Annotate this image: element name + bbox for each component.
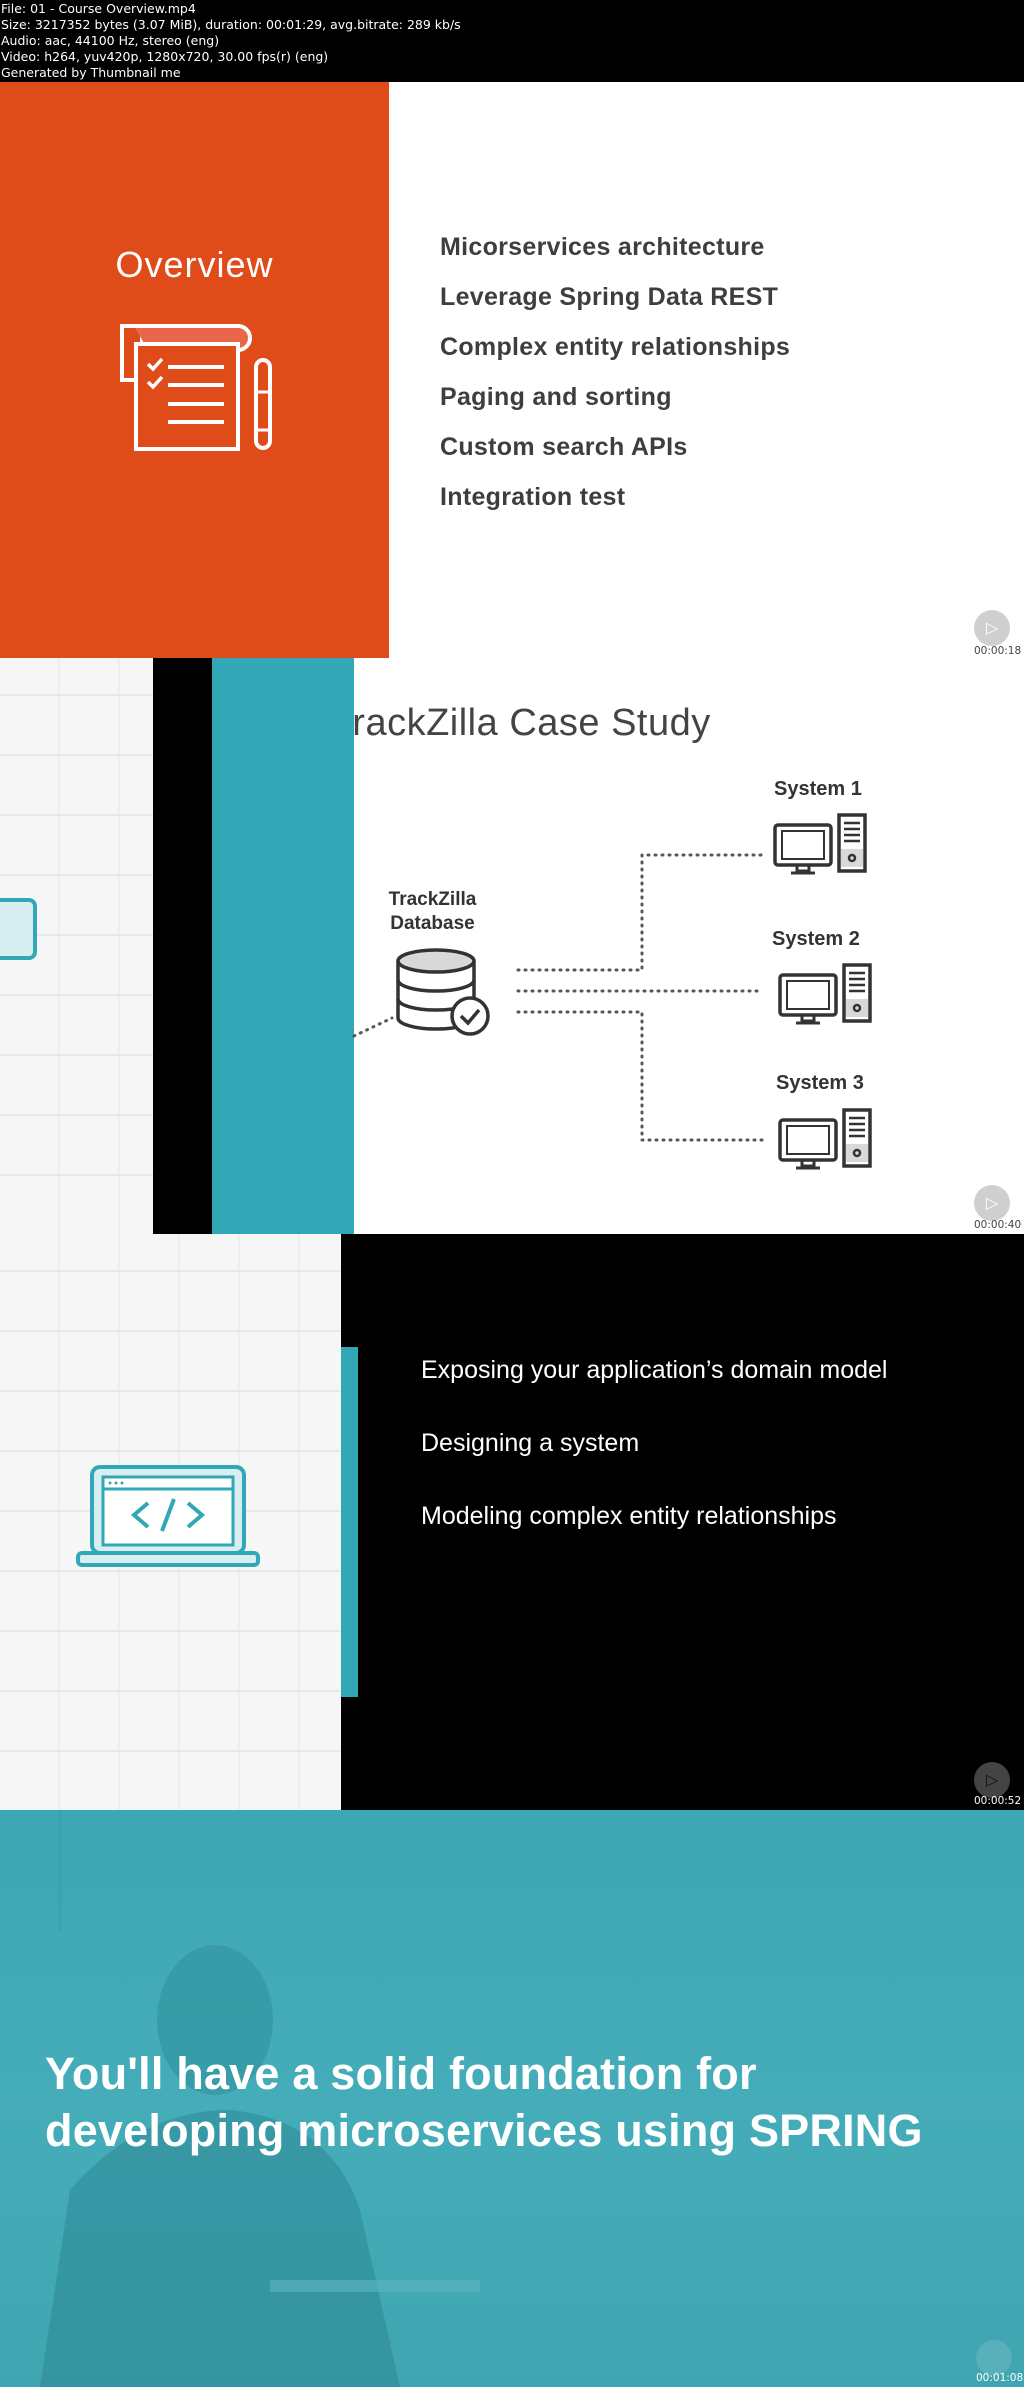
- timestamp: 00:00:40: [974, 1219, 1022, 1231]
- system-3-label: System 3: [776, 1072, 864, 1094]
- overview-item: Complex entity relationships: [440, 333, 791, 361]
- thumbnail-frame-4[interactable]: You'll have a solid foundation for devel…: [0, 1810, 1024, 2387]
- generator-line: Generated by Thumbnail me: [1, 65, 181, 80]
- laptop-code-icon: [76, 1465, 260, 1567]
- thumbnail-frame-3[interactable]: Exposing your application’s domain model…: [0, 1234, 1024, 1810]
- overview-item: Custom search APIs: [440, 433, 688, 461]
- timestamp: 00:00:52: [974, 1795, 1022, 1807]
- computer-icon: [778, 1108, 872, 1170]
- overview-item: Paging and sorting: [440, 383, 672, 411]
- checklist-notepad-icon: [120, 324, 272, 451]
- play-button[interactable]: [976, 2340, 1012, 2376]
- database-label-line2: Database: [390, 913, 475, 934]
- topic-item: Designing a system: [421, 1429, 640, 1457]
- teal-accent-bar: [341, 1347, 358, 1697]
- play-icon: ▷: [985, 1195, 999, 1212]
- system-2-label: System 2: [772, 928, 860, 950]
- overview-title: Overview: [115, 244, 274, 285]
- file-name-line: File: 01 - Course Overview.mp4: [1, 1, 196, 16]
- file-size-line: Size: 3217352 bytes (3.07 MiB), duration…: [1, 17, 461, 32]
- topic-item: Modeling complex entity relationships: [421, 1502, 837, 1530]
- thumbnail-frame-1[interactable]: Overview Micorservices architecture Leve…: [0, 82, 1024, 658]
- computer-icon: [773, 813, 867, 875]
- play-button[interactable]: ▷: [974, 610, 1010, 646]
- play-icon: ▷: [985, 1772, 999, 1789]
- overview-item: Leverage Spring Data REST: [440, 283, 779, 311]
- quote-line-1: You'll have a solid foundation for: [45, 2048, 757, 2099]
- timestamp: 00:00:18: [974, 645, 1022, 657]
- play-button[interactable]: ▷: [974, 1185, 1010, 1221]
- topics-list: Exposing your application’s domain model…: [421, 1344, 887, 1563]
- course-quote: You'll have a solid foundation for devel…: [45, 2045, 923, 2159]
- database-label-line1: TrackZilla: [388, 889, 477, 910]
- overview-item: Micorservices architecture: [440, 233, 765, 261]
- computer-icon: [778, 963, 872, 1025]
- file-info-header: File: 01 - Course Overview.mp4 Size: 321…: [0, 0, 1024, 82]
- thumbnail-frame-2[interactable]: TrackZilla Case Study TrackZilla Databas…: [0, 658, 1024, 1234]
- database-check-icon: [396, 948, 490, 1036]
- play-button[interactable]: ▷: [974, 1762, 1010, 1798]
- timestamp: 00:01:08: [976, 2372, 1024, 2384]
- play-icon: ▷: [985, 620, 999, 637]
- database-label: TrackZilla Database: [370, 888, 495, 936]
- connector-system-3: [516, 1010, 764, 1142]
- topic-item: Exposing your application’s domain model: [421, 1356, 888, 1384]
- overview-list: Micorservices architecture Leverage Spri…: [440, 222, 790, 522]
- quote-line-2: developing microservices using SPRING: [45, 2105, 923, 2156]
- overview-item: Integration test: [440, 483, 626, 511]
- audio-info-line: Audio: aac, 44100 Hz, stereo (eng): [1, 33, 220, 48]
- connector-system-1: [516, 853, 764, 972]
- system-1-label: System 1: [774, 778, 862, 800]
- video-info-line: Video: h264, yuv420p, 1280x720, 30.00 fp…: [1, 49, 329, 64]
